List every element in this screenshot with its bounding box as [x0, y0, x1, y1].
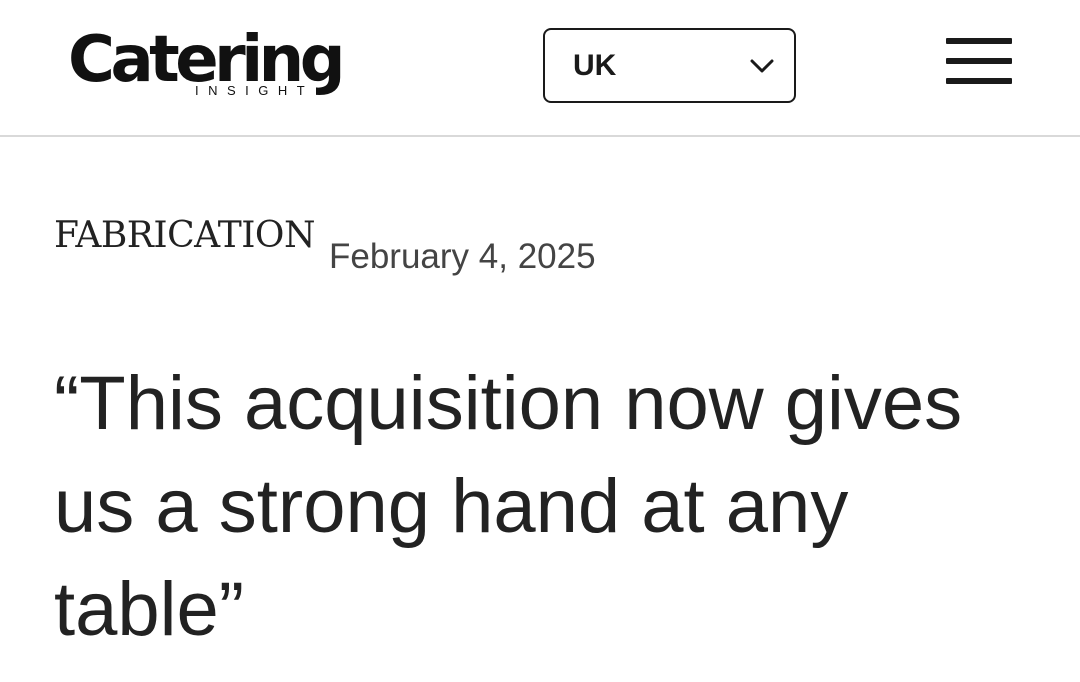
article-headline: “This acquisition now gives us a strong …: [54, 361, 963, 652]
hamburger-menu-icon[interactable]: [946, 38, 1012, 86]
region-select-value: UK: [573, 49, 617, 82]
region-select[interactable]: UK: [543, 28, 796, 103]
chevron-down-icon: [750, 59, 774, 73]
site-header: Catering INSIGHT UK: [0, 0, 1080, 137]
article-date: February 4, 2025: [329, 237, 596, 276]
catering-insight-logo[interactable]: Catering INSIGHT: [68, 22, 398, 108]
logo-subtitle: INSIGHT: [191, 84, 317, 98]
article-category-link[interactable]: FABRICATION: [54, 213, 315, 259]
